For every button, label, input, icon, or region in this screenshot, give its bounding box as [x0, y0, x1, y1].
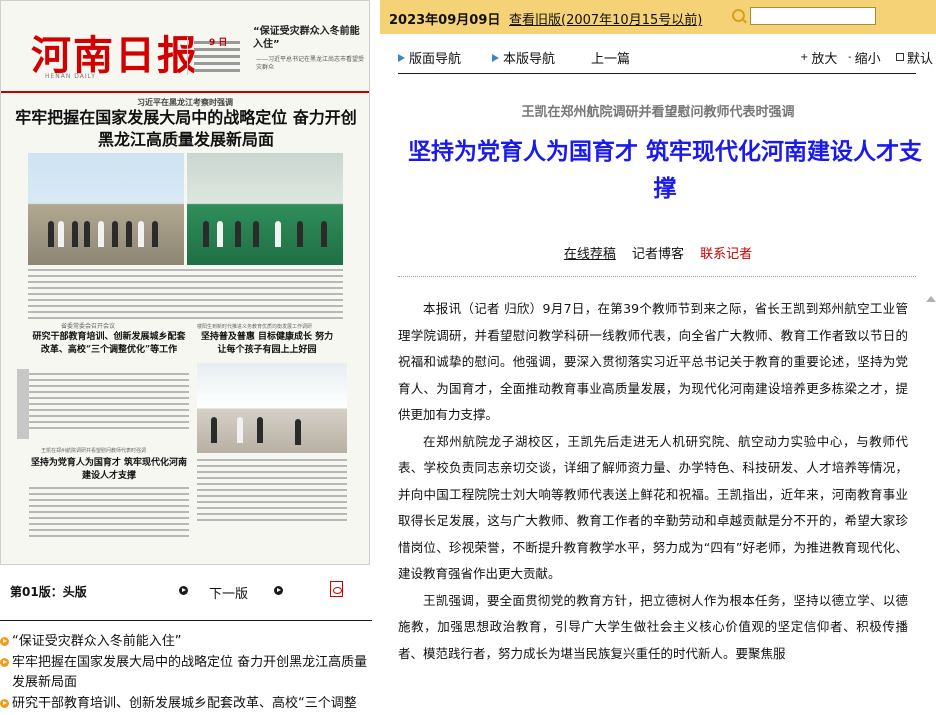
- story3-kicker: 楼阳生到新时代推进义务教育优质均衡发展工作调研: [197, 324, 313, 330]
- divider: [398, 276, 916, 278]
- article-title: 坚持为党育人为国育才 筑牢现代化河南建设人才支撑: [407, 139, 922, 202]
- reporter-blog-link[interactable]: 记者博客: [632, 247, 684, 262]
- arrow-right-icon: [492, 54, 499, 62]
- scroll-up-button[interactable]: [926, 296, 936, 316]
- masthead: 河南日报 HENAN DAILY 9 日 “保证受灾群众入冬前能入住” ——习近…: [1, 1, 369, 93]
- left-panel: 河南日报 HENAN DAILY 9 日 “保证受灾群众入冬前能入住” ——习近…: [0, 0, 380, 711]
- article-list: “保证受灾群众入冬前能入住” 牢牢把握在国家发展大局中的战略定位 奋力开创黑龙江…: [0, 632, 380, 715]
- article-links: 在线荐稿 记者博客 联系记者: [380, 243, 936, 262]
- story3-headline[interactable]: 坚持普及普惠 目标健康成长 努力让每个孩子有园上上好园: [197, 331, 337, 357]
- masthead-teaser-subtitle: ——习近平总书记在黑龙江尚志市看望受灾群众: [256, 56, 365, 71]
- article-kicker: 王凯在郑州航院调研并看望慰问教师代表时强调: [521, 105, 795, 120]
- story4-headline[interactable]: 坚持为党育人为国育才 筑牢现代化河南建设人才支撑: [29, 457, 189, 483]
- page-nav-button[interactable]: 本版导航: [492, 48, 555, 67]
- story2-headline[interactable]: 研究干部教育培训、创新发展城乡配套改革、高校“三个调整优化”等工作: [29, 331, 189, 357]
- divider: [0, 620, 372, 621]
- search-input[interactable]: [750, 7, 876, 25]
- triangle-up-icon: [926, 296, 936, 302]
- list-item[interactable]: 研究干部教育培训、创新发展城乡配套改革、高校“三个调整: [0, 694, 380, 714]
- newspaper-page-thumbnail[interactable]: 河南日报 HENAN DAILY 9 日 “保证受灾群众入冬前能入住” ——习近…: [0, 0, 370, 565]
- zoom-out-button[interactable]: - 缩小: [848, 48, 881, 67]
- list-item[interactable]: 牢牢把握在国家发展大局中的战略定位 奋力开创黑龙江高质量发展新局面: [0, 653, 380, 693]
- page-label: 第01版：头版: [10, 585, 87, 599]
- old-edition-link[interactable]: 查看旧版(2007年10月15号以前): [509, 9, 702, 28]
- bullet-arrow-icon: [0, 658, 9, 667]
- bullet-arrow-icon: [0, 637, 9, 646]
- story3-body-text: [197, 459, 347, 525]
- top-bar: 2023年09月09日 查看旧版(2007年10月15号以前): [380, 0, 936, 34]
- pdf-download-icon[interactable]: [330, 581, 343, 597]
- issue-day: 9 日: [209, 38, 228, 48]
- article-panel: 2023年09月09日 查看旧版(2007年10月15号以前) 版面导航 本版导…: [380, 0, 936, 707]
- divider: [398, 73, 916, 74]
- default-icon: [896, 53, 904, 61]
- lead-photo-right: [187, 153, 343, 265]
- lead-photo-left: [28, 153, 184, 265]
- lead-headline[interactable]: 牢牢把握在国家发展大局中的战略定位 奋力开创黑龙江高质量发展新局面: [11, 107, 361, 151]
- edition-date: 2023年09月09日: [389, 13, 501, 28]
- masthead-subtitle: HENAN DAILY: [45, 73, 96, 80]
- paragraph: 本报讯（记者 归欣）9月7日，在第39个教师节到来之际，省长王凯到郑州航空工业管…: [398, 301, 908, 422]
- toolbar: 版面导航 本版导航 上一篇 + 放大 - 缩小 默认: [380, 44, 936, 68]
- story2-kicker: 省委常委会召开会议: [61, 323, 116, 330]
- next-page-arrow-icon[interactable]: [274, 586, 283, 595]
- next-page-link[interactable]: 下一版: [209, 583, 248, 602]
- article-body: 本报讯（记者 归欣）9月7日，在第39个教师节到来之际，省长王凯到郑州航空工业管…: [398, 296, 908, 667]
- story4-body-text: [29, 487, 189, 541]
- recommend-link[interactable]: 在线荐稿: [564, 247, 616, 262]
- masthead-teaser-title: “保证受灾群众入冬前能入住”: [253, 26, 360, 50]
- lead-body-text: [28, 269, 343, 323]
- list-item[interactable]: “保证受灾群众入冬前能入住”: [0, 632, 380, 652]
- arrow-right-icon: [398, 54, 405, 62]
- story2-body-text: [29, 373, 189, 433]
- prev-article-link[interactable]: 上一篇: [591, 48, 630, 67]
- zoom-in-button[interactable]: + 放大: [800, 48, 837, 67]
- contact-reporter-link[interactable]: 联系记者: [700, 247, 752, 262]
- side-photo: [17, 369, 29, 439]
- next-page-icon[interactable]: [179, 586, 188, 595]
- layout-nav-button[interactable]: 版面导航: [398, 48, 461, 67]
- paragraph: 在郑州航院龙子湖校区，王凯先后走进无人机研究院、航空动力实验中心，与教师代表、学…: [398, 433, 908, 582]
- default-size-button[interactable]: 默认: [896, 48, 933, 67]
- search-icon[interactable]: [732, 9, 745, 22]
- page-navigation: 第01版：头版 下一版: [0, 575, 380, 605]
- story4-kicker: 王凯在郑州航院调研并看望慰问教师代表时强调: [41, 448, 147, 454]
- paragraph: 王凯强调，要全面贯彻党的教育方针，把立德树人作为根本任务，坚持以德立学、以德施教…: [398, 592, 908, 661]
- story3-photo: [197, 363, 347, 453]
